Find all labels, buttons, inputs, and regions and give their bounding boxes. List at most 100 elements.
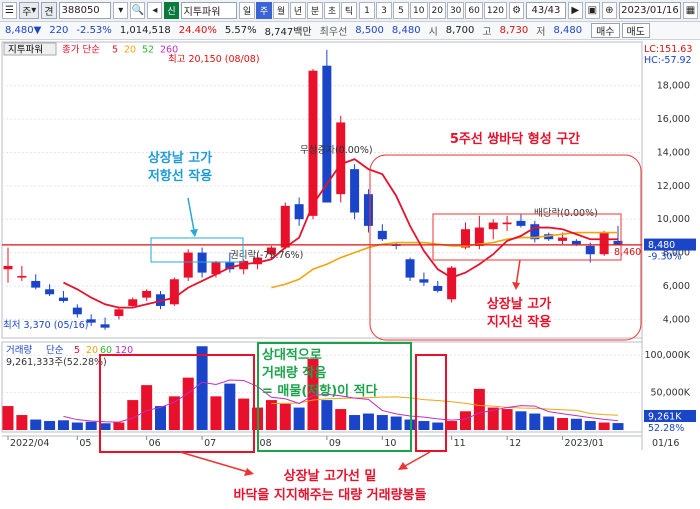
calendar-icon[interactable]: ▦ (682, 2, 698, 19)
buy-button[interactable]: 매수 (591, 23, 620, 38)
speaker-icon[interactable]: ◂ (147, 2, 163, 19)
candle-body (363, 194, 373, 226)
stock-name-field[interactable]: 지투파워 (180, 2, 238, 19)
best-ask-label: 최우선 (319, 27, 348, 38)
top-toolbar: ☰ 주 ▾ 견 388050 ▾ 🔍 ◂ 신 지투파워 일주월년분초틱 1 3 5 10… (0, 0, 700, 22)
x-tick-label: 2023/01 (565, 438, 604, 449)
period-tab-1[interactable]: 주 (256, 2, 273, 19)
stock-chart[interactable]: 18,00016,00014,00012,00010,0008,0006,000… (0, 40, 700, 509)
high-label: 고 (482, 27, 492, 38)
bonus-issue-note: 무상증자(0.00%) (300, 145, 373, 156)
volume-bar (30, 419, 42, 430)
interval-button-20[interactable]: 20 (428, 2, 446, 19)
current-price-tag-value: 8,480 (648, 240, 675, 251)
volume-y-tick-label: 100,000K (644, 350, 690, 361)
volume-legend-name: 거래량 (6, 344, 32, 356)
sell-button[interactable]: 매도 (621, 23, 650, 38)
best-bid: 8,480 (391, 25, 421, 36)
settings-icon[interactable]: ⚙ (509, 2, 525, 19)
volume-bar (265, 400, 277, 430)
volume-bar (238, 398, 250, 430)
high-note: 최고 20,150 (08/08) (168, 54, 260, 65)
interval-button-5[interactable]: 5 (393, 2, 410, 19)
period-tab-2[interactable]: 월 (273, 2, 290, 19)
candle-body (350, 169, 360, 213)
date-field[interactable]: 2023/01/16 (618, 2, 681, 19)
volume-bar (99, 423, 111, 430)
volume-bar (570, 418, 582, 430)
interval-button-60[interactable]: 60 (465, 2, 483, 19)
interval-button-3[interactable]: 3 (376, 2, 393, 19)
volume-bar (446, 421, 458, 430)
market-selector-label: 주 (22, 7, 32, 18)
zoom-icon[interactable]: ⊕ (601, 2, 617, 19)
price-legend: 지투파워 종가 단순 5 20 52 260 (3, 42, 178, 56)
volume-bar (113, 422, 125, 430)
period-tabs: 일주월년분초틱 (239, 2, 358, 19)
x-tick-label: 09 (329, 438, 341, 449)
volume-bar (57, 420, 69, 430)
volume-bar (362, 413, 374, 430)
volume-bar (335, 409, 347, 430)
period-tab-0[interactable]: 일 (239, 2, 256, 19)
candle-body (280, 205, 290, 248)
volume-note-line3: = 매물(저항)이 적다 (262, 383, 378, 399)
volume-bar (557, 418, 569, 430)
volume-bar (418, 421, 430, 430)
interval-button-120[interactable]: 120 (483, 2, 508, 19)
volume-bar (210, 396, 222, 430)
interval-buttons: 1 3 5 10 20 30 60 120 (359, 2, 508, 19)
rights-lock-note: 권리락(-79.76%) (230, 249, 303, 261)
candle-body (488, 222, 498, 230)
candle-body (516, 220, 526, 226)
page-counter[interactable]: 43/43 (526, 2, 566, 19)
y-tick-label: 12,000 (657, 181, 690, 192)
volume-y-tick-label: 50,000K (651, 388, 691, 399)
volume-legend-ma20: 20 (86, 345, 98, 356)
play-icon[interactable]: ▶ (567, 2, 583, 19)
support-annotation-line2: 지지선 작용 (487, 314, 551, 330)
period-tab-4[interactable]: 분 (307, 2, 324, 19)
candle-body (599, 232, 609, 255)
dropdown-icon[interactable]: ▾ (113, 2, 129, 19)
volume-legend-ma-label: 단순 (46, 345, 64, 356)
period-tab-5[interactable]: 초 (324, 2, 341, 19)
volume-bar (16, 415, 28, 430)
market-selector[interactable]: 주 ▾ (19, 2, 40, 19)
quote-bar: 8,480▼ 220 -2.53% 1,014,518 24.40% 5.57%… (0, 22, 700, 40)
volume-note-line1: 상대적으로 (262, 347, 322, 363)
chart-save-icon[interactable]: ▣ (584, 2, 600, 19)
period-tab-3[interactable]: 년 (290, 2, 307, 19)
stock-code-input[interactable]: 388050 (58, 2, 112, 19)
candle-body (17, 275, 27, 278)
type-selector[interactable]: 견 (41, 2, 57, 19)
volume-bar (501, 409, 513, 430)
menu-icon[interactable]: ☰ (2, 2, 18, 19)
legend-ma-label: 종가 단순 (62, 45, 100, 56)
page-counter-value: 43 (531, 5, 545, 16)
candle-body (502, 222, 512, 225)
x-tick-label: 10 (384, 438, 396, 449)
period-tab-6[interactable]: 틱 (341, 2, 358, 19)
candle-body (100, 324, 110, 328)
volume-bar (390, 416, 402, 430)
volume-bar (141, 385, 153, 430)
interval-button-30[interactable]: 30 (446, 2, 465, 19)
interval-button-10[interactable]: 10 (410, 2, 428, 19)
high-price: 8,730 (499, 25, 529, 36)
candle-body (197, 252, 207, 273)
legend-ma20: 20 (124, 45, 136, 56)
hc-value: HC:-57.92 (644, 55, 692, 66)
search-icon[interactable]: 🔍 (130, 2, 146, 19)
volume-bar (376, 415, 388, 430)
y-tick-label: 16,000 (657, 114, 690, 125)
x-axis-right-label: 01/16 (652, 438, 679, 449)
bottom-note-line1: 상장날 고가선 밑 (284, 468, 377, 484)
x-tick-label: 2022/04 (10, 438, 49, 449)
volume-bar (543, 416, 555, 430)
y-tick-label: 14,000 (657, 147, 690, 158)
low-label: 저 (536, 27, 546, 38)
y-tick-label: 6,000 (663, 281, 690, 292)
volume-bar (515, 411, 527, 430)
interval-button-1[interactable]: 1 (359, 2, 376, 19)
